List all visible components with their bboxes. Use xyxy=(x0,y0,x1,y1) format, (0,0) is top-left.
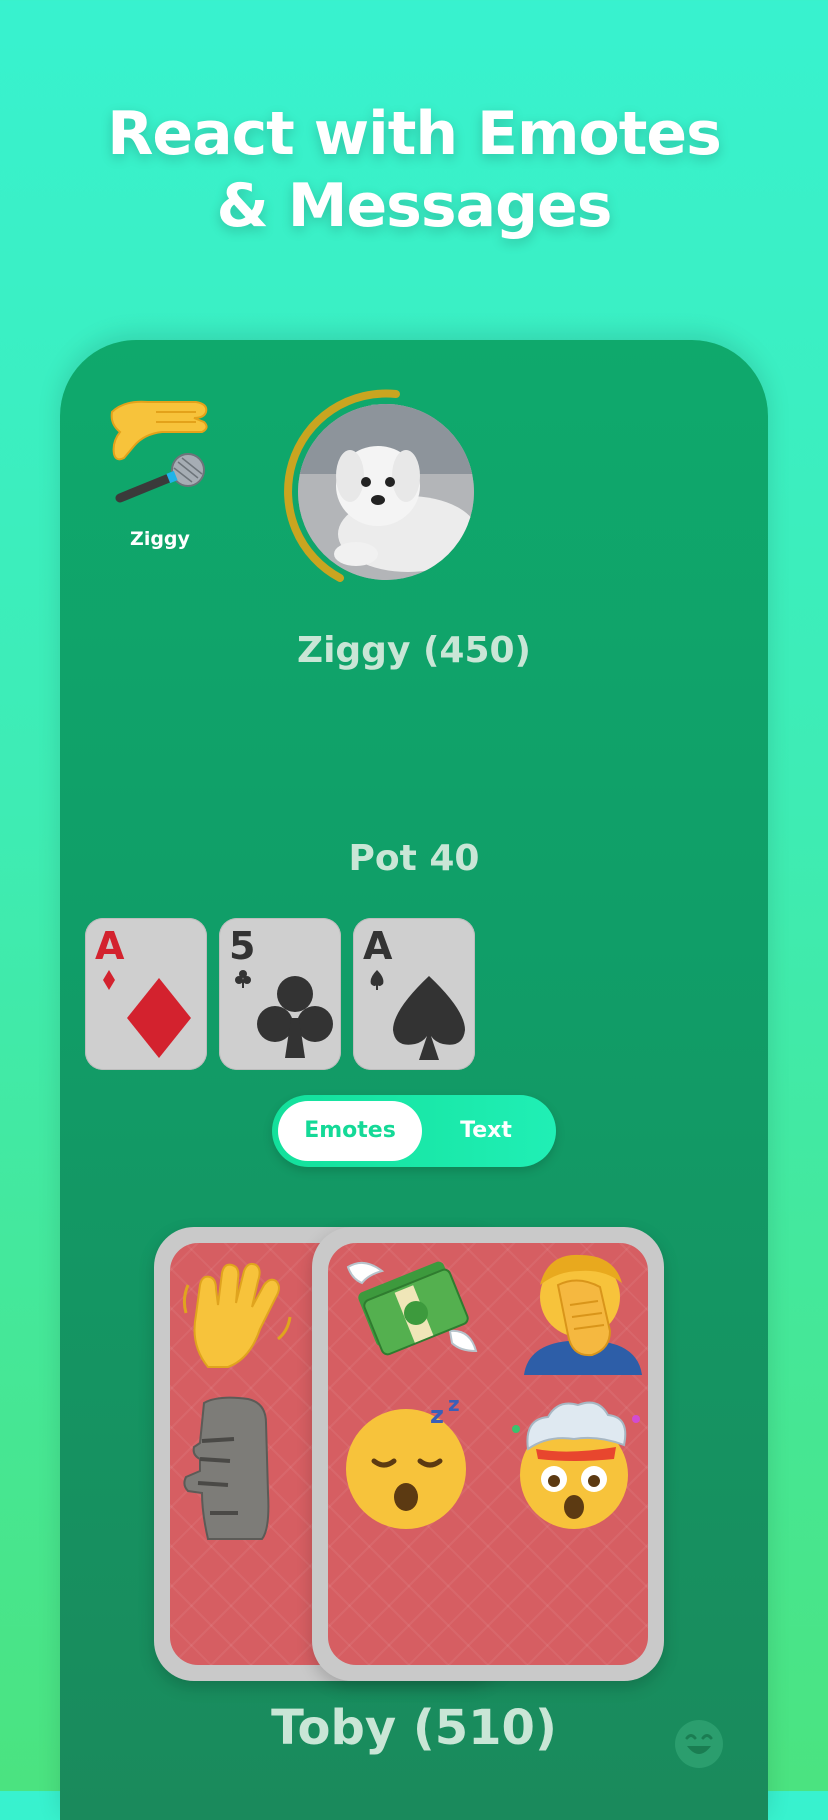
board-card: 5 xyxy=(219,918,341,1070)
smiley-icon[interactable] xyxy=(673,1718,725,1770)
opponent-reaction: Ziggy xyxy=(104,392,220,550)
reaction-mode-toggle: Emotes Text xyxy=(272,1095,556,1167)
pot-label: Pot 40 xyxy=(348,838,480,879)
opponent-mini-name: Ziggy xyxy=(130,528,190,550)
opponent-avatar-group[interactable] xyxy=(284,389,474,582)
club-suit-icon xyxy=(235,970,333,1058)
microphone-icon xyxy=(115,453,205,503)
spade-suit-icon xyxy=(370,970,465,1060)
money-with-wings-icon[interactable] xyxy=(342,1253,482,1363)
headline: React with Emotes & Messages xyxy=(0,98,828,242)
headline-line-1: React with Emotes xyxy=(107,99,722,169)
tab-text[interactable]: Text xyxy=(422,1101,550,1161)
board-card: A xyxy=(85,918,207,1070)
face-palm-icon[interactable] xyxy=(518,1245,648,1375)
opponent-name: Ziggy (450) xyxy=(296,630,532,671)
svg-text:z: z xyxy=(430,1401,444,1429)
sleeping-face-icon[interactable]: z z xyxy=(340,1393,480,1533)
moai-icon[interactable] xyxy=(178,1393,288,1543)
board-card: A xyxy=(353,918,475,1070)
headline-line-2: & Messages xyxy=(216,171,613,241)
tab-emotes[interactable]: Emotes xyxy=(278,1101,422,1161)
waving-hand-icon[interactable] xyxy=(178,1255,298,1375)
player-name: Toby (510) xyxy=(271,1700,557,1756)
svg-text:z: z xyxy=(448,1393,460,1416)
avatar xyxy=(298,404,474,580)
diamond-suit-icon xyxy=(103,970,191,1058)
dog-photo xyxy=(298,404,474,580)
phone-screen: Ziggy Ziggy (450) Pot 40 A 5 A Emotes Te… xyxy=(60,340,768,1820)
exploding-head-icon[interactable] xyxy=(508,1389,648,1529)
emote-panel-front: z z xyxy=(312,1227,664,1681)
